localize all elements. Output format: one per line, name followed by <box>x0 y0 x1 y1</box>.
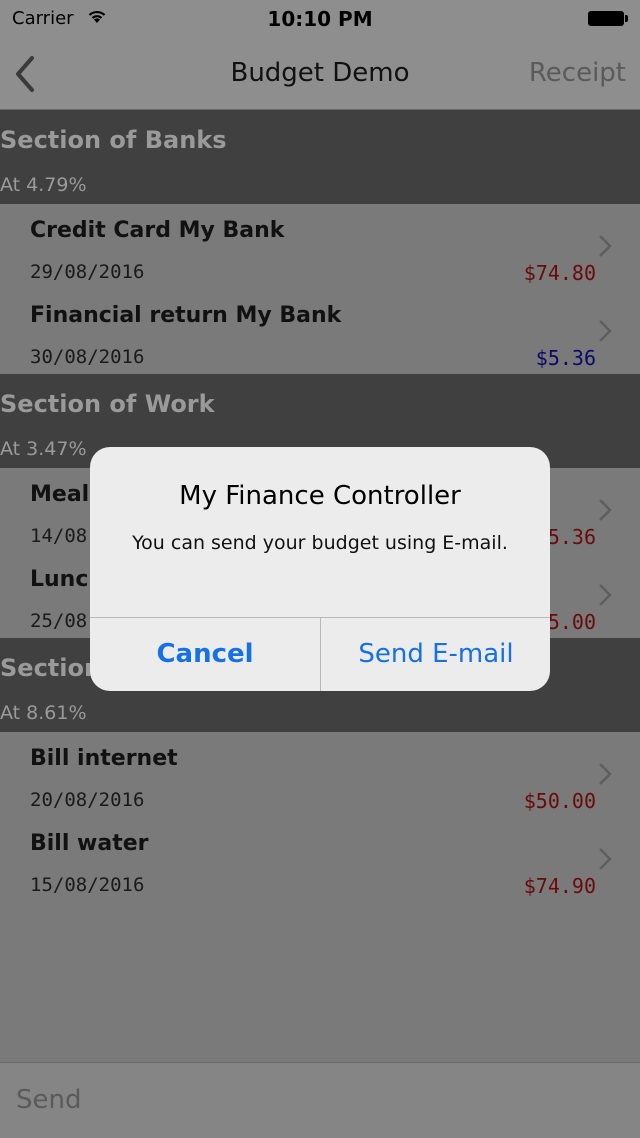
list-item[interactable]: Bill water 15/08/2016 $74.90 <box>0 817 640 902</box>
section-title: Section of Banks <box>0 126 227 154</box>
section-rate: At 4.79% <box>0 174 87 196</box>
status-bar: Carrier 10:10 PM <box>0 0 640 40</box>
chevron-right-icon <box>599 499 612 521</box>
item-amount: 5.00 <box>547 610 596 634</box>
list-item[interactable]: Bill internet 20/08/2016 $50.00 <box>0 732 640 817</box>
section-rate: At 8.61% <box>0 702 87 724</box>
section-title: Section <box>0 654 102 682</box>
item-amount: $74.90 <box>523 874 596 898</box>
section-rate: At 3.47% <box>0 438 87 460</box>
section-header: Section of Banks At 4.79% <box>0 110 640 204</box>
item-date: 15/08/2016 <box>30 874 145 896</box>
item-amount: $50.00 <box>523 789 596 813</box>
item-amount: $74.80 <box>523 261 596 285</box>
navigation-bar: Budget Demo Receipt <box>0 40 640 110</box>
battery-icon <box>588 11 628 26</box>
item-label: Bill internet <box>30 746 178 771</box>
list-item[interactable]: Financial return My Bank 30/08/2016 $5.3… <box>0 289 640 374</box>
item-label: Financial return My Bank <box>30 303 342 328</box>
item-amount: 5.36 <box>547 525 596 549</box>
alert-dialog: My Finance Controller You can send your … <box>90 447 550 691</box>
item-amount: $5.36 <box>535 346 596 370</box>
item-date: 20/08/2016 <box>30 789 145 811</box>
item-label: Credit Card My Bank <box>30 218 285 243</box>
item-date: 14/08 <box>30 525 88 547</box>
bottom-toolbar: Send <box>0 1062 640 1138</box>
chevron-right-icon <box>599 763 612 785</box>
chevron-right-icon <box>599 235 612 257</box>
clock: 10:10 PM <box>267 7 373 31</box>
receipt-button[interactable]: Receipt <box>529 58 626 88</box>
item-date: 30/08/2016 <box>30 346 145 368</box>
chevron-right-icon <box>599 320 612 342</box>
section-title: Section of Work <box>0 390 215 418</box>
chevron-right-icon <box>599 848 612 870</box>
send-email-button[interactable]: Send E-mail <box>321 618 550 691</box>
item-date: 25/08 <box>30 610 88 632</box>
item-label: Bill water <box>30 831 149 856</box>
send-button[interactable]: Send <box>16 1085 81 1115</box>
item-date: 29/08/2016 <box>30 261 145 283</box>
alert-message: You can send your budget using E-mail. <box>132 532 508 554</box>
cancel-button[interactable]: Cancel <box>90 618 320 691</box>
list-item[interactable]: Credit Card My Bank 29/08/2016 $74.80 <box>0 204 640 289</box>
alert-title: My Finance Controller <box>179 481 461 511</box>
chevron-right-icon <box>599 584 612 606</box>
